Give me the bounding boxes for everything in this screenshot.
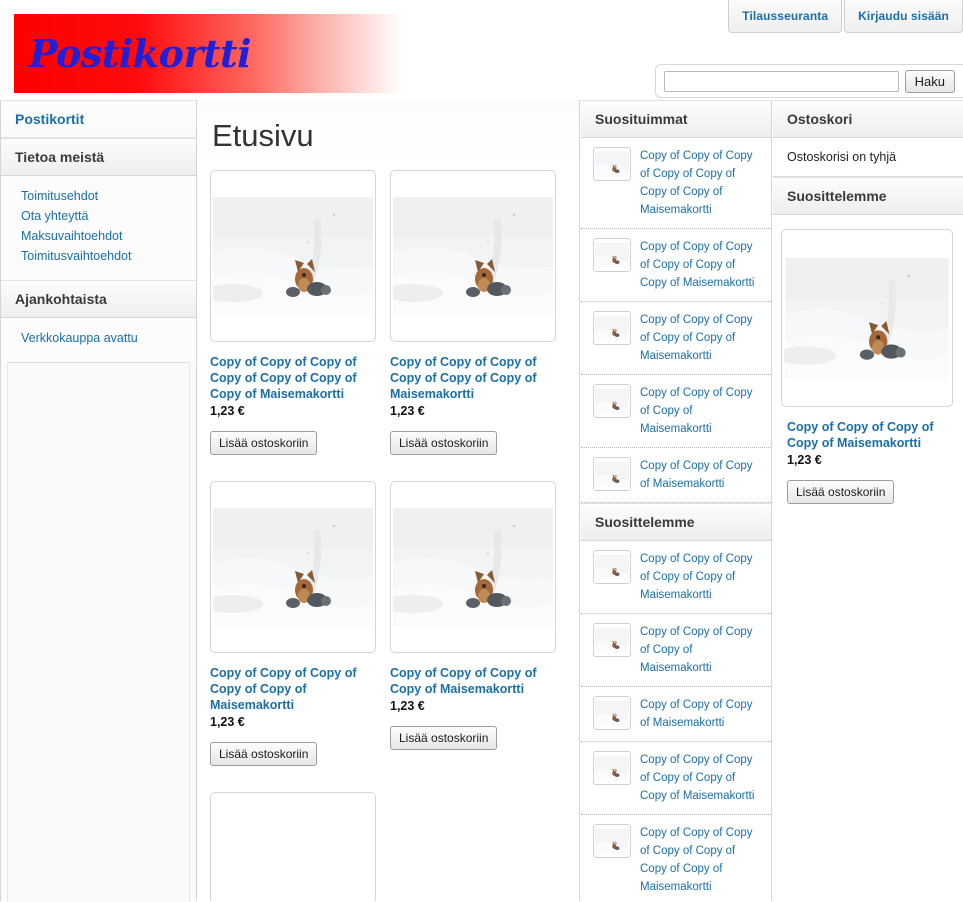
- thumbnail-icon: [593, 751, 631, 785]
- product-price: 1,23 €: [210, 715, 245, 729]
- thumbnail-icon: [593, 457, 631, 491]
- add-to-cart-button[interactable]: Lisää ostoskoriin: [787, 480, 895, 504]
- cart-column: Ostoskori Ostoskorisi on tyhjä Suosittel…: [773, 100, 963, 901]
- product-title[interactable]: Copy of Copy of Copy of Copy of Maisemak…: [390, 665, 556, 697]
- list-item-label[interactable]: Copy of Copy of Copy of Copy of Copy of …: [640, 751, 761, 805]
- thumbnail-icon: [593, 824, 631, 858]
- recommended-product-image-card[interactable]: [781, 229, 953, 407]
- list-item-label[interactable]: Copy of Copy of Copy of Copy of Maisemak…: [640, 623, 761, 677]
- snow-dog-image: [213, 197, 373, 315]
- left-sidebar: Postikortit Tietoa meistä Toimitusehdot …: [0, 100, 197, 902]
- thumbnail-icon: [593, 550, 631, 584]
- product-item: Copy of Copy of Copy of Copy of Maisemak…: [390, 481, 556, 766]
- list-item[interactable]: Copy of Copy of Copy of Copy of Copy of …: [581, 229, 771, 302]
- site-logo[interactable]: Postikortti: [14, 14, 402, 93]
- site-logo-text: Postikortti: [29, 31, 252, 76]
- product-price: 1,23 €: [390, 404, 425, 418]
- list-item-label[interactable]: Copy of Copy of Copy of Copy of Copy of …: [640, 311, 761, 365]
- list-item[interactable]: Copy of Copy of Copy of Copy of Copy of …: [581, 302, 771, 375]
- product-price: 1,23 €: [390, 699, 425, 713]
- grid-row-spacer: [210, 455, 579, 481]
- list-item-label[interactable]: Copy of Copy of Copy of Maisemakortti: [640, 457, 761, 493]
- top-bar: Tilausseuranta Kirjaudu sisään Postikort…: [0, 0, 963, 100]
- side-column: Suosituimmat Copy of Copy of Copy of Cop…: [581, 100, 772, 901]
- thumbnail-icon: [593, 147, 631, 181]
- product-grid: Copy of Copy of Copy of Copy of Copy of …: [198, 166, 579, 901]
- order-tracking-button[interactable]: Tilausseuranta: [728, 0, 843, 33]
- snow-dog-image: [213, 508, 373, 626]
- product-title[interactable]: Copy of Copy of Copy of Copy of Copy of …: [390, 354, 556, 402]
- popular-header: Suosituimmat: [581, 100, 771, 138]
- list-item-label[interactable]: Copy of Copy of Copy of Copy of Maisemak…: [640, 384, 761, 438]
- thumbnail-icon: [593, 623, 631, 657]
- product-title[interactable]: Copy of Copy of Copy of Copy of Copy of …: [210, 665, 376, 713]
- product-image-card[interactable]: [390, 481, 556, 653]
- recommend-header: Suosittelemme: [581, 503, 771, 541]
- grid-row-spacer: [210, 766, 579, 792]
- add-to-cart-button[interactable]: Lisää ostoskoriin: [390, 431, 498, 455]
- search-input[interactable]: [664, 70, 899, 92]
- recommended-product-title[interactable]: Copy of Copy of Copy of Copy of Maisemak…: [787, 419, 953, 451]
- add-to-cart-button[interactable]: Lisää ostoskoriin: [210, 742, 318, 766]
- sidebar-news-header: Ajankohtaista: [1, 280, 196, 318]
- sidebar-about-links: Toimitusehdot Ota yhteyttä Maksuvaihtoeh…: [1, 176, 196, 280]
- sidebar-filler: [7, 362, 190, 902]
- product-item: [210, 792, 376, 901]
- product-item: Copy of Copy of Copy of Copy of Copy of …: [210, 481, 376, 766]
- snow-dog-image: [393, 197, 553, 315]
- list-item[interactable]: Copy of Copy of Copy of Maisemakortti: [581, 448, 771, 503]
- product-item: Copy of Copy of Copy of Copy of Copy of …: [390, 170, 556, 455]
- add-to-cart-button[interactable]: Lisää ostoskoriin: [390, 726, 498, 750]
- sidebar-about-header: Tietoa meistä: [1, 138, 196, 176]
- list-item[interactable]: Copy of Copy of Copy of Maisemakortti: [581, 687, 771, 742]
- product-item: Copy of Copy of Copy of Copy of Copy of …: [210, 170, 376, 455]
- snow-dog-image: [784, 258, 949, 378]
- product-image-card[interactable]: [210, 481, 376, 653]
- product-image-card[interactable]: [210, 792, 376, 901]
- thumbnail-icon: [593, 696, 631, 730]
- list-item[interactable]: Copy of Copy of Copy of Copy of Copy of …: [581, 742, 771, 815]
- page-title: Etusivu: [198, 100, 579, 166]
- list-item-label[interactable]: Copy of Copy of Copy of Copy of Copy of …: [640, 550, 761, 604]
- page-body: Postikortit Tietoa meistä Toimitusehdot …: [0, 100, 963, 902]
- thumbnail-icon: [593, 311, 631, 345]
- list-item-label[interactable]: Copy of Copy of Copy of Copy of Copy of …: [640, 824, 761, 896]
- sidebar-link-toimitusehdot[interactable]: Toimitusehdot: [21, 186, 182, 206]
- list-item-label[interactable]: Copy of Copy of Copy of Copy of Copy of …: [640, 238, 761, 292]
- list-item[interactable]: Copy of Copy of Copy of Copy of Copy of …: [581, 138, 771, 229]
- sidebar-link-maksuvaihtoehdot[interactable]: Maksuvaihtoehdot: [21, 226, 182, 246]
- thumbnail-icon: [593, 384, 631, 418]
- top-nav-buttons: Tilausseuranta Kirjaudu sisään: [728, 0, 963, 33]
- list-item[interactable]: Copy of Copy of Copy of Copy of Copy of …: [581, 541, 771, 614]
- sidebar-news-links: Verkkokauppa avattu: [1, 318, 196, 362]
- search-submit-button[interactable]: Haku: [904, 69, 955, 93]
- snow-dog-image: [393, 508, 553, 626]
- search-bar: Haku: [655, 64, 963, 98]
- thumbnail-icon: [593, 238, 631, 272]
- list-item[interactable]: Copy of Copy of Copy of Copy of Maisemak…: [581, 375, 771, 448]
- cart-empty-message: Ostoskorisi on tyhjä: [773, 138, 963, 177]
- sidebar-item-postikortit[interactable]: Postikortit: [1, 100, 196, 138]
- sidebar-link-toimitusvaihtoehdot[interactable]: Toimitusvaihtoehdot: [21, 246, 182, 266]
- sidebar-link-ota-yhteytta[interactable]: Ota yhteyttä: [21, 206, 182, 226]
- cart-recommend-header: Suosittelemme: [773, 177, 963, 215]
- product-title[interactable]: Copy of Copy of Copy of Copy of Copy of …: [210, 354, 376, 402]
- cart-header: Ostoskori: [773, 100, 963, 138]
- product-price: 1,23 €: [210, 404, 245, 418]
- list-item-label[interactable]: Copy of Copy of Copy of Maisemakortti: [640, 696, 761, 732]
- recommended-product-info: Copy of Copy of Copy of Copy of Maisemak…: [773, 407, 963, 504]
- main-content: Etusivu Copy of Copy of Copy of Copy of …: [198, 100, 580, 901]
- product-image-card[interactable]: [210, 170, 376, 342]
- sidebar-link-verkkokauppa-avattu[interactable]: Verkkokauppa avattu: [21, 328, 182, 348]
- product-image-card[interactable]: [390, 170, 556, 342]
- recommended-product-price: 1,23 €: [787, 453, 822, 467]
- list-item-label[interactable]: Copy of Copy of Copy of Copy of Copy of …: [640, 147, 761, 219]
- login-button[interactable]: Kirjaudu sisään: [844, 0, 963, 33]
- list-item[interactable]: Copy of Copy of Copy of Copy of Maisemak…: [581, 614, 771, 687]
- add-to-cart-button[interactable]: Lisää ostoskoriin: [210, 431, 318, 455]
- list-item[interactable]: Copy of Copy of Copy of Copy of Copy of …: [581, 815, 771, 901]
